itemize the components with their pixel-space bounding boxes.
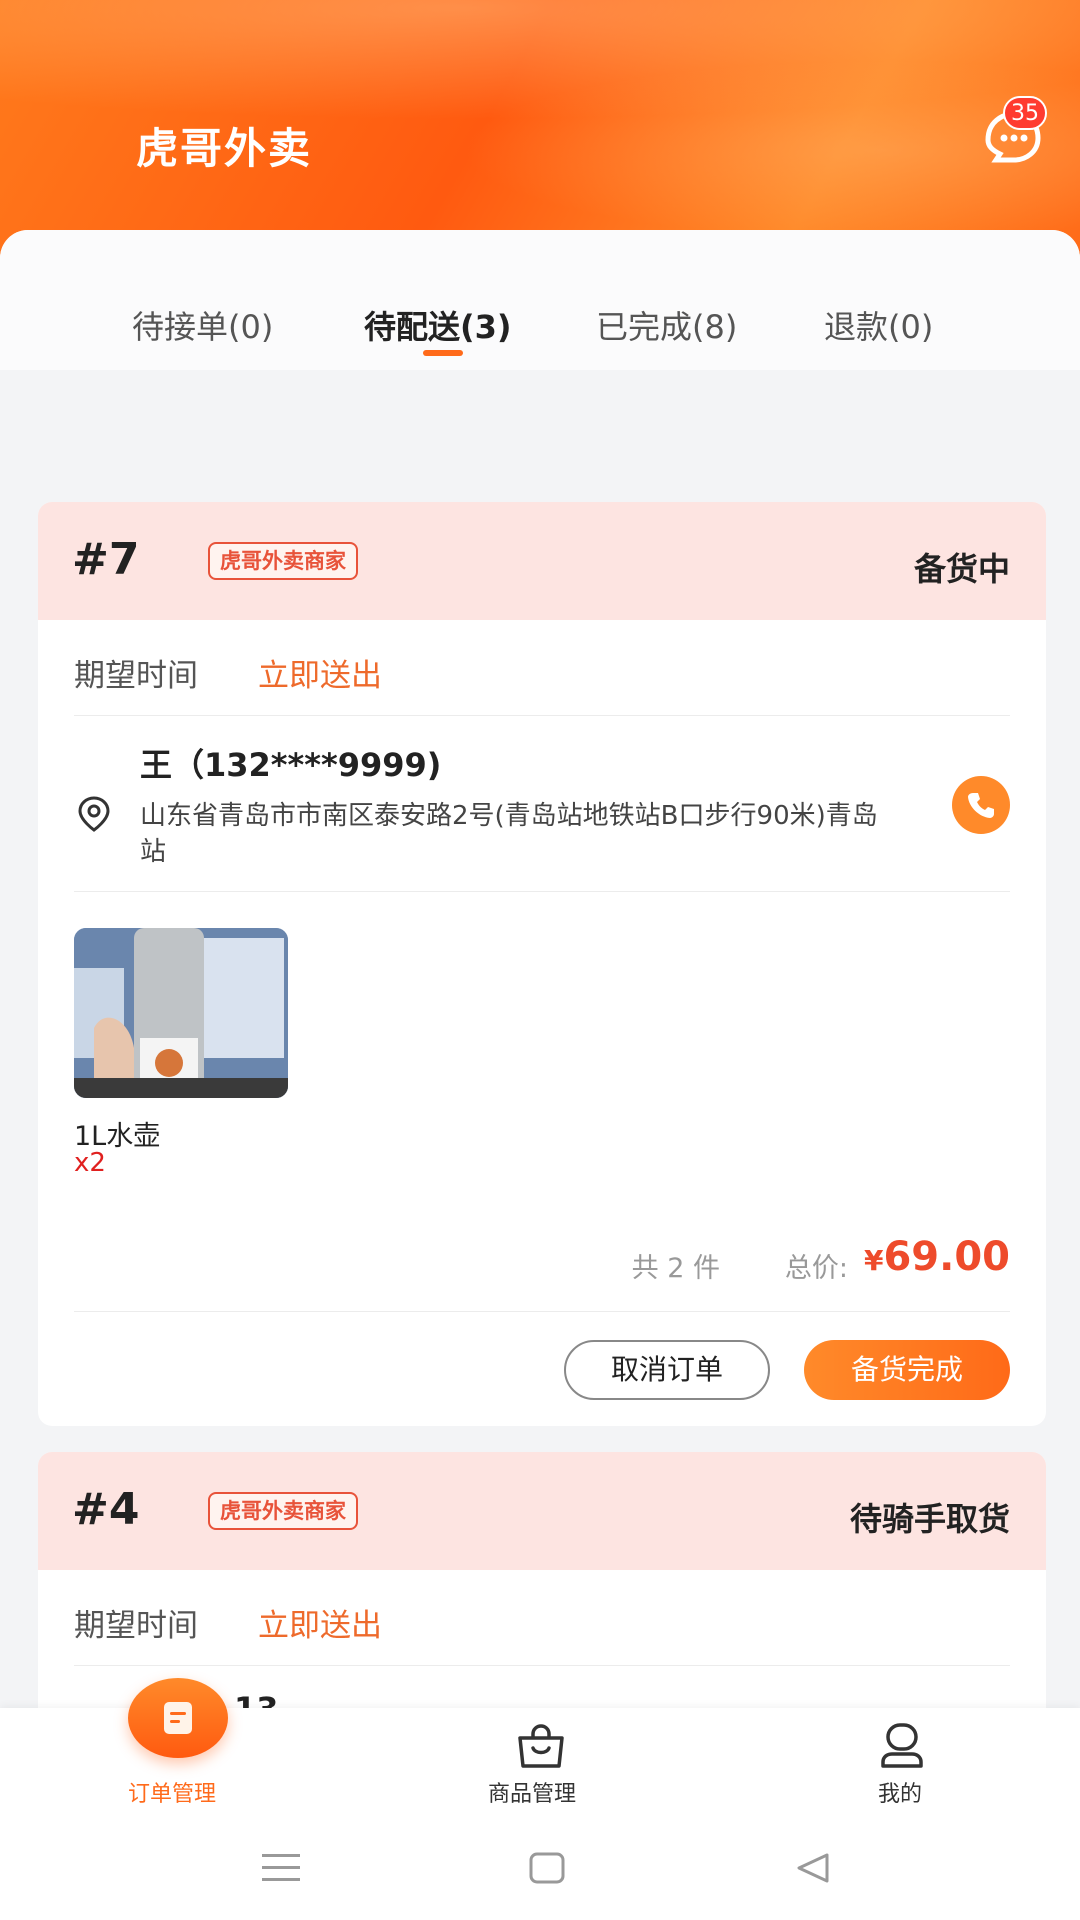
customer-name: 王（132****9999) [140,746,442,784]
order-status: 待骑手取货 [849,1500,1010,1538]
phone-icon [968,793,994,818]
order-card: #4 虎哥外卖商家 待骑手取货 期望时间 立即送出 13 [38,1452,1046,1710]
product-quantity: x2 [74,1148,106,1178]
nav-product-management[interactable]: 商品管理 [488,1776,576,1808]
menu-icon[interactable] [262,1852,300,1888]
back-icon[interactable] [795,1852,831,1888]
currency-symbol: ¥ [863,1244,884,1277]
total-price: ¥69.00 [864,1234,1010,1280]
order-number: #7 [72,534,140,585]
product-image[interactable] [74,928,288,1098]
goods-row: 1L水壶 x2 [74,892,1010,1202]
total-label: 总价: [784,1253,848,1284]
merchant-tag: 虎哥外卖商家 [208,1492,358,1530]
order-card: #7 虎哥外卖商家 备货中 期望时间 立即送出 王（132****9999) 山… [38,502,1046,1426]
merchant-tag: 虎哥外卖商家 [208,542,358,580]
total-row: 共 2 件 总价: ¥69.00 [74,1202,1010,1312]
home-icon[interactable] [529,1852,565,1888]
nav-order-management[interactable]: 订单管理 [128,1776,216,1808]
app-title: 虎哥外卖 [136,124,313,173]
customer-name: 13 [234,1690,279,1710]
expected-time-value: 立即送出 [258,658,382,694]
expected-time-value: 立即送出 [258,1608,382,1644]
location-pin-icon [74,794,114,834]
stock-ready-button[interactable]: 备货完成 [804,1340,1010,1400]
tab-pending-accept[interactable]: 待接单(0) [132,302,273,348]
order-actions: 取消订单 备货完成 [74,1312,1010,1426]
expected-time-row: 期望时间 立即送出 [74,620,1010,716]
user-icon[interactable] [877,1722,927,1774]
tab-pending-delivery[interactable]: 待配送(3) [364,302,512,348]
nav-mine[interactable]: 我的 [878,1776,922,1808]
order-list-icon[interactable] [128,1678,228,1758]
order-status: 备货中 [913,550,1010,588]
order-tabs: 待接单(0) 待配送(3) 已完成(8) 退款(0) [0,230,1080,370]
expected-time-row: 期望时间 立即送出 [74,1570,1010,1666]
item-count: 共 2 件 [631,1253,720,1284]
expected-time-label: 期望时间 [74,658,198,694]
customer-row: 王（132****9999) 山东省青岛市市南区泰安路2号(青岛站地铁站B口步行… [74,716,1010,892]
tab-completed[interactable]: 已完成(8) [596,302,737,348]
tab-refund[interactable]: 退款(0) [824,302,933,348]
total-value: 69.00 [883,1234,1010,1280]
content-panel: 待接单(0) 待配送(3) 已完成(8) 退款(0) #7 虎哥外卖商家 备货中… [0,230,1080,1710]
phone-call-button[interactable] [952,776,1010,834]
active-tab-indicator [423,350,463,356]
shopping-bag-icon[interactable] [515,1722,567,1774]
order-number: #4 [72,1484,140,1535]
customer-address: 山东省青岛市市南区泰安路2号(青岛站地铁站B口步行90米)青岛站 [140,801,878,867]
order-card-header: #7 虎哥外卖商家 备货中 [38,502,1046,620]
message-count-badge: 35 [1003,96,1047,130]
order-card-header: #4 虎哥外卖商家 待骑手取货 [38,1452,1046,1570]
expected-time-label: 期望时间 [74,1608,198,1644]
cancel-order-button[interactable]: 取消订单 [564,1340,770,1400]
